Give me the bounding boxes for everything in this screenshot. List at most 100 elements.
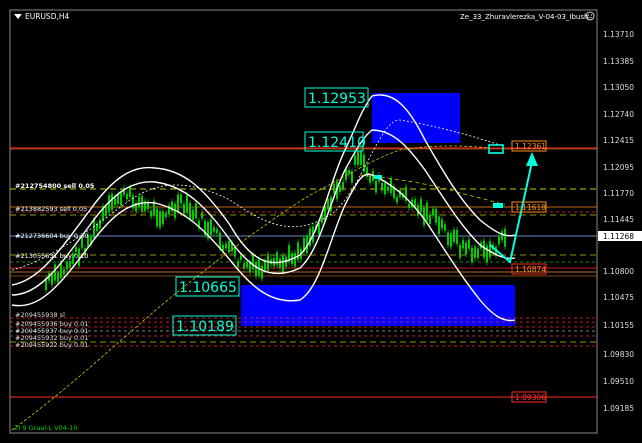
indicator-title: Ze_33_Zhuravlerezka_V-04-03_Ibush [460, 13, 588, 21]
candle-body [414, 199, 416, 207]
candle-body [420, 198, 422, 212]
candle-body [366, 167, 368, 177]
candle-body [138, 196, 140, 208]
order-buy-1: #212736604 buy 0.30 [15, 232, 88, 240]
candle-body [369, 176, 371, 183]
price-tick: 1.12415 [603, 136, 634, 145]
candle-body [114, 197, 116, 205]
candle-body [210, 219, 212, 236]
candle-body [396, 196, 398, 203]
candle-body [468, 239, 470, 249]
candle-body [234, 248, 236, 257]
price-tick: 1.09830 [603, 350, 634, 359]
candle-body [426, 202, 428, 220]
candle-body [504, 229, 506, 247]
price-tick: 1.11445 [603, 215, 634, 224]
candle-body [54, 264, 56, 281]
candle-body [51, 273, 53, 286]
candle-body [219, 232, 221, 249]
candle-body [498, 236, 500, 245]
order-stack-item: #209455922 buy 0.01 [15, 341, 88, 349]
candle-body [465, 242, 467, 255]
order-sell-1: #212754800 sell 0.05 [15, 182, 95, 190]
label-low-1: 1.10665 [179, 280, 237, 296]
candle-body [150, 210, 152, 217]
candle-body [201, 212, 203, 219]
candle-body [447, 232, 449, 246]
candle-body [357, 151, 359, 165]
candle-body [261, 265, 263, 279]
candle-body [441, 219, 443, 229]
price-tick: 1.10475 [603, 293, 634, 302]
current-price-label: 1.11268 [603, 232, 634, 241]
label-high-2: 1.12410 [308, 135, 366, 151]
plot-frame [9, 9, 598, 434]
candle-body [387, 186, 389, 191]
candle-body [435, 208, 437, 223]
candle-body [156, 208, 158, 227]
candle-body [354, 155, 356, 165]
candle-body [240, 255, 242, 260]
candle-body [228, 241, 230, 252]
candle-body [339, 185, 341, 192]
candle-body [489, 241, 491, 258]
chart-canvas[interactable]: 1.13710 1.13385 1.13050 1.12740 1.12415 … [0, 0, 642, 443]
price-axis: 1.13710 1.13385 1.13050 1.12740 1.12415 … [603, 30, 634, 413]
boxed-level-lower: 1.10874 [515, 265, 546, 274]
candle-body [129, 187, 131, 197]
price-tick: 1.09185 [603, 404, 634, 413]
candle-body [237, 260, 239, 267]
level-marker-small [374, 175, 382, 179]
candle-body [453, 229, 455, 242]
candle-body [246, 261, 248, 268]
candle-body [477, 248, 479, 258]
candle-body [225, 243, 227, 249]
candle-body [294, 252, 296, 267]
candle-body [99, 219, 101, 229]
level-marker [493, 203, 503, 208]
price-tick: 1.10800 [603, 267, 634, 276]
price-tick: 1.12740 [603, 110, 634, 119]
candle-body [66, 262, 68, 270]
candle-body [282, 255, 284, 272]
candle-body [117, 194, 119, 204]
candle-body [483, 240, 485, 258]
candle-body [348, 169, 350, 175]
candle-body [93, 219, 95, 238]
footer-label: ZI 9 Graal-L V04-10 [14, 424, 78, 432]
candle-body [471, 247, 473, 263]
candle-body [501, 231, 503, 241]
candle-body [243, 263, 245, 269]
candle-body [69, 260, 71, 268]
candle-body [177, 194, 179, 212]
candle-body [255, 262, 257, 277]
candle-body [63, 269, 65, 275]
price-tick: 1.11770 [603, 189, 634, 198]
label-high-1: 1.12953 [308, 91, 366, 107]
price-tick: 1.12095 [603, 163, 634, 172]
price-tick: 1.13710 [603, 30, 634, 39]
candle-body [105, 207, 107, 217]
label-low-2: 1.10189 [176, 319, 234, 335]
candle-body [126, 194, 128, 200]
candle-body [462, 239, 464, 249]
candle-body [384, 183, 386, 195]
candle-body [279, 258, 281, 268]
candle-body [180, 194, 182, 204]
candle-body [438, 216, 440, 234]
candle-body [429, 214, 431, 225]
candle-body [165, 212, 167, 218]
candle-body [57, 272, 59, 283]
candle-body [486, 245, 488, 263]
candle-body [459, 245, 461, 258]
order-stack-item: #209455938 sl [15, 311, 65, 319]
order-buy-2: #213055631 buy 0.10 [15, 252, 88, 260]
candle-body [120, 192, 122, 206]
price-tick: 1.10155 [603, 321, 634, 330]
candle-body [213, 227, 215, 232]
candle-body [450, 233, 452, 248]
price-tick: 1.09510 [603, 377, 634, 386]
supply-zone [372, 93, 460, 143]
candle-body [333, 183, 335, 193]
price-tick: 1.13385 [603, 57, 634, 66]
